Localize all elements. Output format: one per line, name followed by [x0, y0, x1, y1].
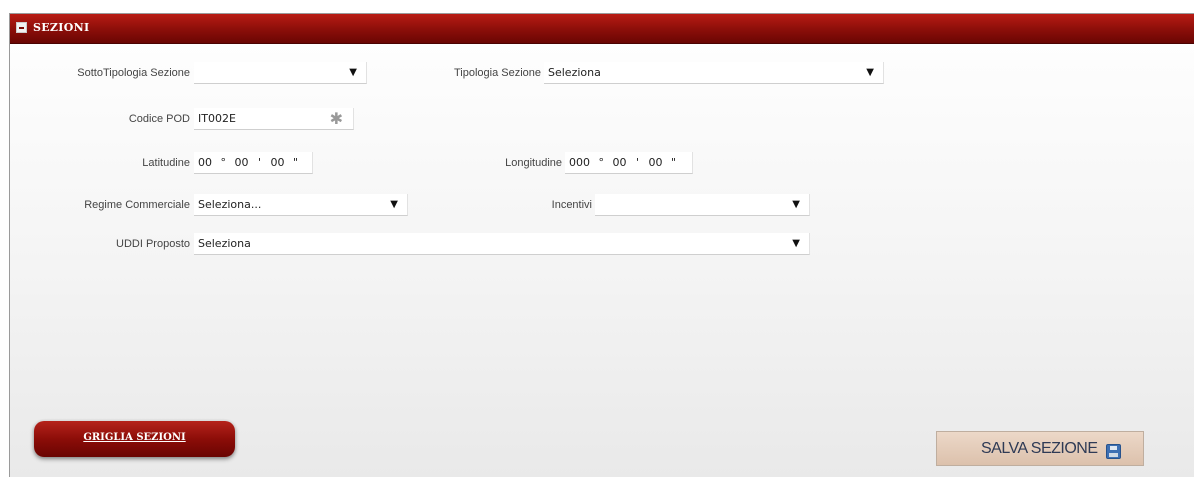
codice-pod-input[interactable]: IT002E ✱ [194, 108, 354, 130]
lon-sec[interactable]: 00 [649, 152, 663, 173]
tipologia-label: Tipologia Sezione [453, 67, 541, 79]
regime-commerciale-label: Regime Commerciale [84, 199, 190, 211]
lat-deg[interactable]: 00 [198, 152, 212, 173]
collapse-icon[interactable] [16, 22, 27, 33]
uddi-proposto-value: Seleziona [198, 237, 251, 250]
panel-title: SEZIONI [33, 21, 90, 34]
lon-min[interactable]: 00 [613, 152, 627, 173]
lon-deg-symbol: ° [598, 156, 605, 169]
chevron-down-icon: ▼ [792, 199, 800, 210]
longitudine-label: Longitudine [505, 157, 562, 169]
uddi-proposto-label: UDDI Proposto [116, 238, 190, 250]
lat-min-symbol: ' [258, 156, 262, 169]
lat-min[interactable]: 00 [235, 152, 249, 173]
chevron-down-icon: ▼ [866, 67, 874, 78]
panel-header: SEZIONI [10, 14, 1194, 44]
latitudine-label: Latitudine [142, 157, 190, 169]
lon-sec-symbol: " [671, 156, 677, 169]
lon-deg[interactable]: 000 [569, 152, 590, 173]
sottotipologia-label: SottoTipologia Sezione [77, 67, 190, 79]
salva-sezione-button[interactable]: SALVA SEZIONE [936, 431, 1144, 466]
chevron-down-icon: ▼ [390, 199, 398, 210]
chevron-down-icon: ▼ [349, 67, 357, 78]
griglia-sezioni-button[interactable]: GRIGLIA SEZIONI [34, 421, 235, 457]
incentivi-label: Incentivi [551, 199, 592, 211]
lat-deg-symbol: ° [220, 156, 227, 169]
codice-pod-label: Codice POD [128, 113, 190, 125]
tipologia-value: Seleziona [548, 66, 601, 79]
regime-commerciale-select[interactable]: Seleziona... ▼ [194, 194, 408, 216]
chevron-down-icon: ▼ [792, 238, 800, 249]
longitudine-input[interactable]: 000 ° 00 ' 00 " [565, 152, 693, 174]
lat-sec-symbol: " [293, 156, 299, 169]
tipologia-select[interactable]: Seleziona ▼ [544, 62, 884, 84]
lon-min-symbol: ' [636, 156, 640, 169]
codice-pod-value: IT002E [198, 112, 236, 125]
floppy-disk-icon [1106, 444, 1121, 459]
latitudine-input[interactable]: 00 ° 00 ' 00 " [194, 152, 313, 174]
regime-commerciale-value: Seleziona... [198, 198, 262, 211]
griglia-sezioni-label: GRIGLIA SEZIONI [83, 432, 186, 443]
salva-sezione-label: SALVA SEZIONE [981, 440, 1098, 457]
uddi-proposto-select[interactable]: Seleziona ▼ [194, 233, 810, 255]
incentivi-select[interactable]: ▼ [595, 194, 810, 216]
lat-sec[interactable]: 00 [271, 152, 285, 173]
sottotipologia-select[interactable]: ▼ [194, 62, 367, 84]
asterisk-icon: ✱ [329, 109, 343, 128]
